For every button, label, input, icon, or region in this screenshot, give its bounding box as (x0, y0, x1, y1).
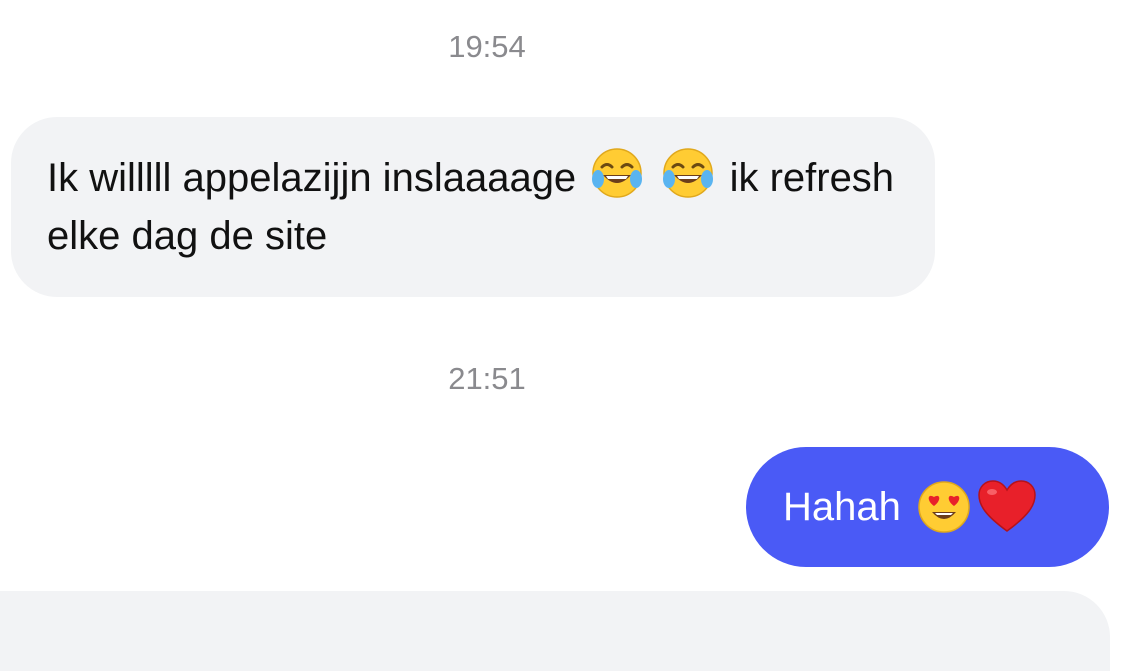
tears-of-joy-emoji-icon (589, 145, 645, 201)
message-timestamp: 19:54 (448, 29, 526, 64)
tears-of-joy-emoji-icon (660, 145, 716, 201)
heart-eyes-emoji-icon (915, 478, 973, 536)
incoming-message-bubble[interactable] (0, 591, 1110, 671)
message-text: Ik willlll appelazijjn inslaaaage (47, 156, 577, 200)
message-text: Hahah (783, 485, 901, 529)
message-timestamp: 21:51 (448, 361, 526, 396)
red-heart-emoji-icon (977, 479, 1037, 535)
outgoing-message-bubble[interactable]: Hahah (746, 447, 1109, 567)
incoming-message-bubble[interactable]: Ik willlll appelazijjn inslaaaage ik ref… (11, 117, 935, 297)
